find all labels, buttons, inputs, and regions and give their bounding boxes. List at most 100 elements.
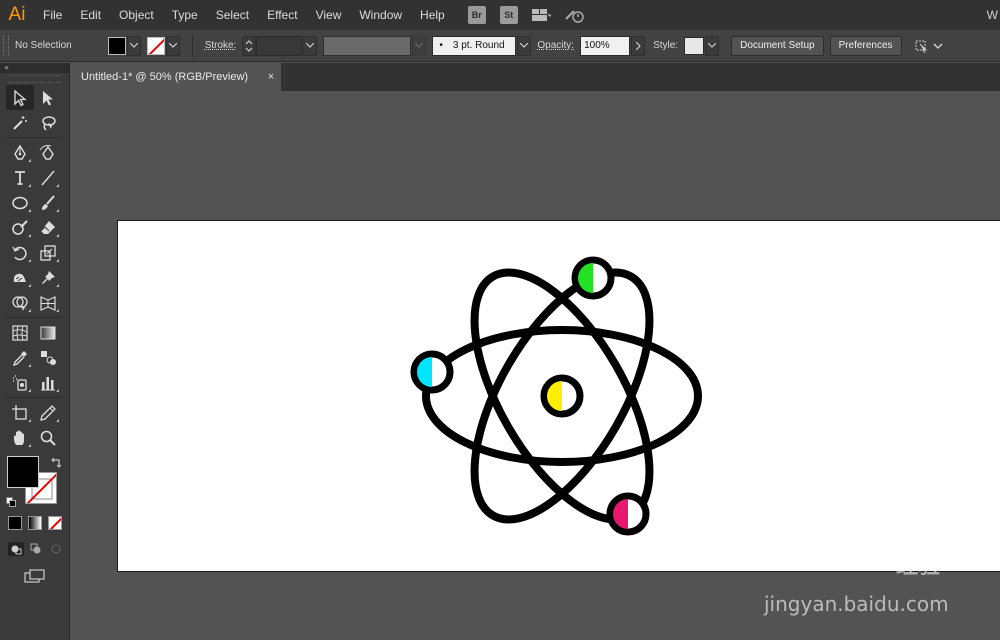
screen-mode-button[interactable] [0,568,69,587]
opacity-input[interactable]: 100% [580,35,631,56]
chevron-right-icon [635,41,641,50]
swap-fill-stroke-icon[interactable] [50,454,62,468]
pen-tool[interactable] [6,140,34,165]
puppet-warp-tool[interactable] [34,265,62,290]
gpu-performance-icon[interactable] [564,6,586,24]
nucleus[interactable] [540,374,584,418]
gradient-mode-button[interactable] [28,516,42,530]
selection-arrow-icon [14,89,27,106]
zoom-tool[interactable] [34,425,62,450]
electron-magenta[interactable] [606,492,650,536]
mesh-icon [12,324,28,341]
brush-definition-field[interactable]: • 3 pt. Round [432,35,517,56]
tools-panel-grip[interactable] [8,75,61,83]
menu-type[interactable]: Type [163,0,207,30]
eraser-tool[interactable] [34,215,62,240]
stroke-dropdown[interactable] [165,35,180,56]
symbol-sprayer-tool[interactable] [6,370,34,395]
magic-wand-icon [13,115,27,130]
document-setup-button[interactable]: Document Setup [731,35,824,56]
selection-tool-options[interactable] [912,38,943,54]
curvature-tool[interactable] [34,140,62,165]
artboard[interactable] [117,220,1000,572]
default-fill-stroke-icon[interactable] [6,492,16,507]
stroke-weight-input[interactable] [256,35,303,56]
workspace-switcher[interactable]: W [987,0,1000,30]
brush-dropdown[interactable] [517,35,532,56]
stroke-label[interactable]: Stroke: [205,40,237,51]
color-mode-row [0,512,69,534]
paintbrush-tool[interactable] [34,190,62,215]
mesh-tool[interactable] [6,320,34,345]
hand-tool[interactable] [6,425,34,450]
graphic-style-dropdown[interactable] [705,35,720,56]
tools-panel-header[interactable]: « [0,63,69,73]
menu-help[interactable]: Help [411,0,454,30]
chevron-down-icon [129,43,138,48]
rotate-tool[interactable] [6,240,34,265]
preferences-button[interactable]: Preferences [829,35,902,56]
blend-icon [41,350,56,365]
fill-dropdown[interactable] [126,35,141,56]
watermark-logo: Bai du [764,528,908,577]
shape-builder-tool[interactable] [6,290,34,315]
graphic-style-swatch[interactable] [684,36,705,55]
eyedropper-tool[interactable] [6,345,34,370]
line-segment-tool[interactable] [34,165,62,190]
menu-select[interactable]: Select [207,0,258,30]
opacity-label[interactable]: Opacity: [537,40,574,51]
collapse-panel-icon[interactable]: « [4,64,9,72]
electron-cyan[interactable] [410,350,454,394]
artboard-tool[interactable] [6,400,34,425]
menu-effect[interactable]: Effect [258,0,306,30]
electron-green[interactable] [571,256,615,300]
scale-icon [40,244,56,261]
fill-color-box[interactable] [7,456,39,488]
draw-inside-icon[interactable] [48,542,64,556]
close-icon[interactable]: × [261,63,281,91]
fill-swatch[interactable] [107,36,126,55]
variable-width-profile[interactable] [323,35,412,56]
separator [6,317,63,318]
warp-tool[interactable] [6,265,34,290]
gradient-icon [40,326,56,339]
chevron-down-icon [520,43,529,48]
shaper-tool[interactable] [6,215,34,240]
lasso-tool[interactable] [34,110,62,135]
none-mode-button[interactable] [48,516,62,530]
perspective-grid-tool[interactable] [34,290,62,315]
menu-view[interactable]: View [307,0,351,30]
selection-tool[interactable] [6,85,34,110]
chevron-down-icon [168,43,177,48]
separator [6,397,63,398]
column-graph-tool[interactable] [34,370,62,395]
stroke-weight-dropdown[interactable] [303,35,318,56]
variable-width-dropdown[interactable] [412,35,427,56]
magic-wand-tool[interactable] [6,110,34,135]
bridge-button[interactable]: Br [467,6,486,24]
draw-behind-icon[interactable] [28,542,44,556]
stroke-weight-stepper[interactable] [242,35,257,56]
opacity-slider-toggle[interactable] [631,35,646,56]
blend-tool[interactable] [34,345,62,370]
menu-edit[interactable]: Edit [71,0,110,30]
gradient-tool[interactable] [34,320,62,345]
menu-window[interactable]: Window [350,0,411,30]
arrange-documents-icon[interactable] [530,6,552,24]
type-tool[interactable] [6,165,34,190]
slice-tool[interactable] [34,400,62,425]
draw-normal-icon[interactable] [8,542,24,556]
scale-tool[interactable] [34,240,62,265]
atom-artwork[interactable] [118,221,1000,573]
direct-selection-tool[interactable] [34,85,62,110]
stock-button[interactable]: St [499,6,518,24]
menu-object[interactable]: Object [110,0,163,30]
stroke-swatch[interactable] [146,36,165,55]
menu-file[interactable]: File [34,0,71,30]
control-bar-grip[interactable] [3,35,9,56]
color-mode-button[interactable] [8,516,22,530]
artboard-icon [12,404,27,420]
ellipse-tool[interactable] [6,190,34,215]
style-label: Style: [653,40,679,51]
document-tab[interactable]: Untitled-1* @ 50% (RGB/Preview) × [71,63,281,91]
